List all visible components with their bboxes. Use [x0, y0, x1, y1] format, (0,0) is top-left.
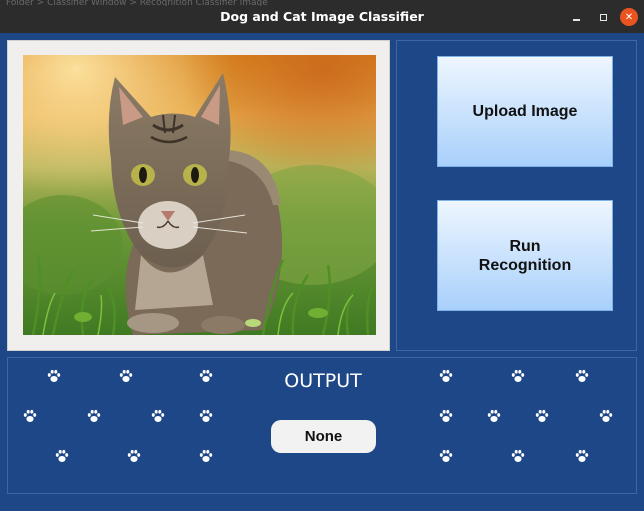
paw-print-icon [511, 449, 525, 462]
paw-print-icon [199, 449, 213, 462]
maximize-icon [599, 13, 607, 21]
output-heading: OUTPUT [284, 370, 362, 392]
title-bar: Folder > Classifier Window > Recognition… [0, 0, 644, 33]
background-window-title: Folder > Classifier Window > Recognition… [6, 0, 268, 6]
maximize-button[interactable] [594, 8, 612, 26]
upload-image-label: Upload Image [472, 103, 578, 120]
paw-print-icon [487, 409, 501, 422]
run-recognition-label: Run Recognition [478, 237, 572, 274]
minimize-button[interactable] [567, 8, 585, 26]
cat-photo [23, 55, 376, 335]
paw-print-icon [575, 369, 589, 382]
paw-print-icon [47, 369, 61, 382]
close-icon: ✕ [624, 11, 634, 23]
output-panel: OUTPUT None [7, 357, 637, 494]
paw-print-icon [511, 369, 525, 382]
result-value: None [271, 420, 376, 453]
run-recognition-button[interactable]: Run Recognition [437, 200, 613, 311]
paw-print-icon [439, 449, 453, 462]
controls-panel: Upload Image Run Recognition [396, 40, 637, 351]
paw-print-icon [599, 409, 613, 422]
close-button[interactable]: ✕ [620, 8, 638, 26]
paw-print-icon [119, 369, 133, 382]
paw-print-icon [23, 409, 37, 422]
upload-image-button[interactable]: Upload Image [437, 56, 613, 167]
paw-print-icon [199, 409, 213, 422]
window-title: Dog and Cat Image Classifier [220, 9, 424, 24]
paw-print-icon [535, 409, 549, 422]
paw-print-icon [87, 409, 101, 422]
paw-print-icon [199, 369, 213, 382]
paw-print-icon [127, 449, 141, 462]
paw-print-icon [55, 449, 69, 462]
paw-print-icon [575, 449, 589, 462]
uploaded-image [23, 55, 376, 335]
paw-print-icon [439, 409, 453, 422]
minimize-icon [572, 19, 580, 21]
paw-print-icon [439, 369, 453, 382]
paw-print-icon [151, 409, 165, 422]
image-panel [7, 40, 390, 351]
